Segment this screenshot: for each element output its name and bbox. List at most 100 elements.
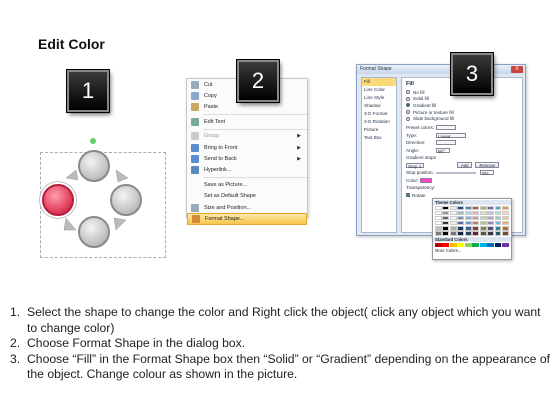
color-swatch[interactable] xyxy=(479,226,487,231)
color-swatch[interactable] xyxy=(487,231,494,236)
more-colors-link[interactable]: More Colors... xyxy=(435,248,509,253)
color-swatch[interactable] xyxy=(435,206,442,211)
rotate-checkbox[interactable] xyxy=(406,193,410,198)
color-swatch[interactable] xyxy=(487,206,494,211)
color-swatch[interactable] xyxy=(442,231,450,236)
color-swatch[interactable] xyxy=(435,211,442,216)
menu-item-format-shape[interactable]: Format Shape... xyxy=(187,213,307,225)
color-swatch[interactable] xyxy=(472,206,480,211)
color-swatch[interactable] xyxy=(442,211,450,216)
color-swatch[interactable] xyxy=(502,206,509,211)
menu-item-save-as-picture[interactable]: Save as Picture... xyxy=(187,179,307,190)
color-swatch[interactable] xyxy=(479,221,487,226)
color-swatch[interactable] xyxy=(479,231,487,236)
sidebar-item-3d-format[interactable]: 3-D Format xyxy=(362,110,396,118)
radio-gradient-fill[interactable]: Gradient fill xyxy=(406,102,518,109)
color-swatch[interactable] xyxy=(449,216,457,221)
color-swatch[interactable] xyxy=(457,226,465,231)
color-swatch[interactable] xyxy=(472,211,480,216)
color-swatch[interactable] xyxy=(479,211,487,216)
color-swatch[interactable] xyxy=(435,226,442,231)
color-swatch[interactable] xyxy=(479,216,487,221)
stop-dropdown[interactable]: Stop 1 xyxy=(406,162,424,169)
color-swatch[interactable] xyxy=(442,221,450,226)
color-swatch[interactable] xyxy=(435,216,442,221)
color-swatch[interactable] xyxy=(502,231,509,236)
color-swatch[interactable] xyxy=(487,226,494,231)
menu-item-bring-to-front[interactable]: Bring to Front ▶ xyxy=(187,142,307,153)
color-swatch[interactable] xyxy=(457,211,465,216)
direction-dropdown[interactable] xyxy=(436,140,456,146)
angle-input[interactable]: 90° xyxy=(436,147,450,154)
menu-item-send-to-back[interactable]: Send to Back ▶ xyxy=(187,153,307,164)
color-swatch[interactable] xyxy=(494,211,502,216)
color-swatch[interactable] xyxy=(472,221,480,226)
standard-color-swatch[interactable] xyxy=(494,242,502,247)
color-swatch[interactable] xyxy=(494,216,502,221)
radio-slide-background-fill[interactable]: Slide background fill xyxy=(406,115,518,122)
stop-position-slider[interactable] xyxy=(436,171,476,174)
color-swatch[interactable] xyxy=(449,206,457,211)
radio-picture-fill[interactable]: Picture or texture fill xyxy=(406,109,518,116)
sidebar-item-line-color[interactable]: Line Color xyxy=(362,86,396,94)
color-swatch[interactable] xyxy=(502,211,509,216)
color-swatch[interactable] xyxy=(464,216,472,221)
standard-color-swatch[interactable] xyxy=(442,242,450,247)
color-swatch[interactable] xyxy=(464,231,472,236)
color-swatch[interactable] xyxy=(442,206,450,211)
menu-item-paste[interactable]: Paste xyxy=(187,102,307,113)
color-swatch[interactable] xyxy=(442,226,450,231)
color-swatch[interactable] xyxy=(464,221,472,226)
close-button[interactable]: X xyxy=(511,66,523,73)
sidebar-item-picture[interactable]: Picture xyxy=(362,126,396,134)
color-swatch[interactable] xyxy=(464,226,472,231)
color-swatch[interactable] xyxy=(502,216,509,221)
color-swatch[interactable] xyxy=(435,231,442,236)
color-swatch[interactable] xyxy=(449,226,457,231)
standard-color-swatch[interactable] xyxy=(435,242,442,247)
color-swatch[interactable] xyxy=(449,211,457,216)
menu-item-size-and-position[interactable]: Size and Position... xyxy=(187,202,307,213)
color-swatch[interactable] xyxy=(442,216,450,221)
color-picker-button[interactable] xyxy=(420,177,432,183)
standard-color-swatch[interactable] xyxy=(472,242,480,247)
color-swatch[interactable] xyxy=(464,211,472,216)
color-swatch[interactable] xyxy=(502,221,509,226)
sidebar-item-shadow[interactable]: Shadow xyxy=(362,102,396,110)
color-swatch[interactable] xyxy=(494,221,502,226)
standard-color-swatch[interactable] xyxy=(479,242,487,247)
menu-item-edit-text[interactable]: Edit Text xyxy=(187,116,307,127)
color-swatch[interactable] xyxy=(472,216,480,221)
color-swatch[interactable] xyxy=(435,221,442,226)
type-dropdown[interactable]: Linear xyxy=(436,132,466,139)
standard-color-swatch[interactable] xyxy=(502,242,509,247)
radio-solid-fill[interactable]: Solid fill xyxy=(406,96,518,103)
standard-color-swatch[interactable] xyxy=(464,242,472,247)
color-swatch[interactable] xyxy=(449,231,457,236)
sidebar-item-text-box[interactable]: Text Box xyxy=(362,134,396,142)
color-swatch[interactable] xyxy=(472,226,480,231)
color-swatch[interactable] xyxy=(502,226,509,231)
add-stop-button[interactable]: Add xyxy=(457,162,473,169)
remove-stop-button[interactable]: Remove xyxy=(475,162,500,169)
menu-item-group[interactable]: Group ▶ xyxy=(187,131,307,142)
color-swatch[interactable] xyxy=(487,216,494,221)
color-swatch[interactable] xyxy=(472,231,480,236)
sidebar-item-fill[interactable]: Fill xyxy=(362,78,396,86)
sidebar-item-line-style[interactable]: Line Style xyxy=(362,94,396,102)
color-swatch[interactable] xyxy=(464,206,472,211)
color-swatch[interactable] xyxy=(449,221,457,226)
menu-item-set-default-shape[interactable]: Set as Default Shape xyxy=(187,191,307,202)
standard-color-swatch[interactable] xyxy=(457,242,465,247)
color-swatch[interactable] xyxy=(479,206,487,211)
color-swatch[interactable] xyxy=(457,216,465,221)
stop-position-input[interactable]: 0% xyxy=(480,170,494,176)
sidebar-item-3d-rotation[interactable]: 3-D Rotation xyxy=(362,118,396,126)
menu-item-hyperlink[interactable]: Hyperlink... xyxy=(187,165,307,176)
color-swatch[interactable] xyxy=(494,226,502,231)
color-swatch[interactable] xyxy=(494,231,502,236)
color-swatch[interactable] xyxy=(457,206,465,211)
color-swatch[interactable] xyxy=(487,221,494,226)
standard-color-swatch[interactable] xyxy=(449,242,457,247)
preset-colors-dropdown[interactable] xyxy=(436,125,456,131)
